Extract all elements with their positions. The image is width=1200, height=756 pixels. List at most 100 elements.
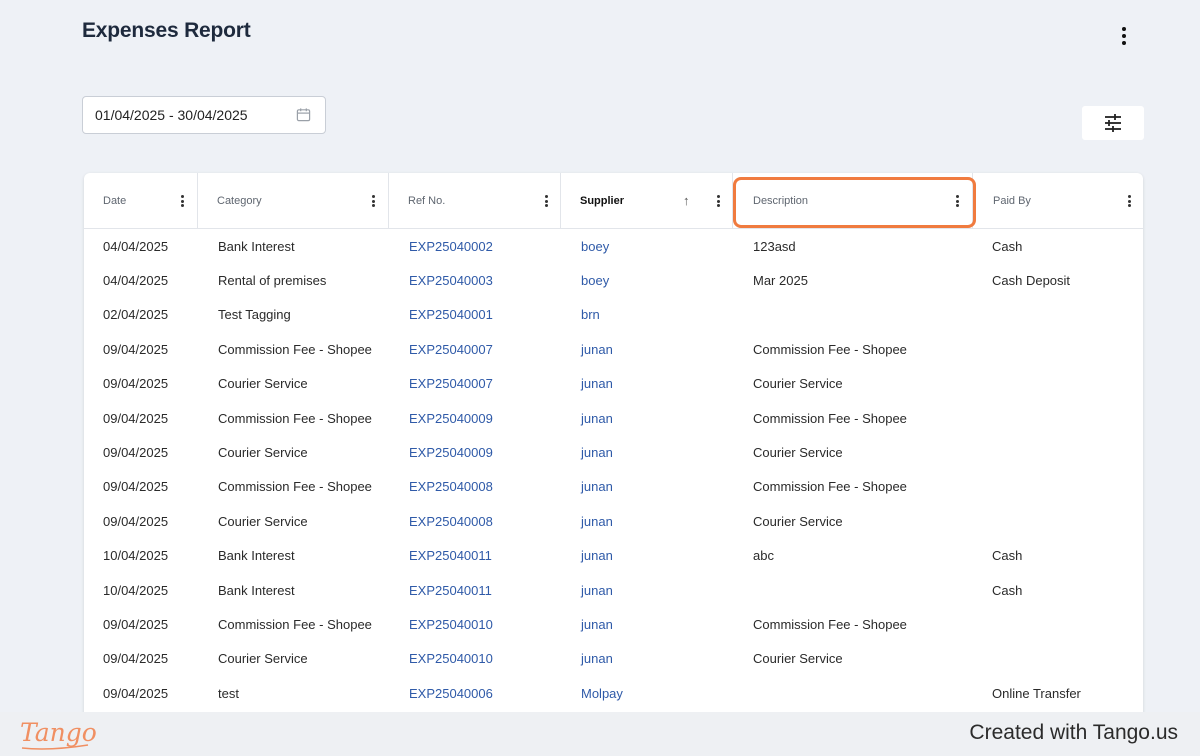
cell-description: abc bbox=[753, 548, 774, 564]
cell-description: Commission Fee - Shopee bbox=[753, 410, 907, 426]
cell-date: 09/04/2025 bbox=[103, 513, 169, 529]
cell-date: 09/04/2025 bbox=[103, 410, 169, 426]
report-page: Expenses Report 01/04/2025 - 30/04/2025 … bbox=[0, 0, 1200, 733]
cell-category: Commission Fee - Shopee bbox=[218, 479, 372, 495]
cell-category: Courier Service bbox=[218, 445, 308, 461]
sliders-icon bbox=[1105, 114, 1121, 132]
cell-paid-by: Cash bbox=[992, 548, 1023, 564]
cell-category: Courier Service bbox=[218, 376, 308, 392]
table-row[interactable]: 04/04/2025 Bank Interest EXP25040002 boey 12… bbox=[84, 229, 1143, 263]
cell-supplier[interactable]: junan bbox=[581, 470, 613, 504]
cell-supplier[interactable]: junan bbox=[581, 332, 613, 366]
cell-category: Commission Fee - Shopee bbox=[218, 341, 372, 357]
cell-supplier[interactable]: junan bbox=[581, 642, 613, 676]
cell-date: 09/04/2025 bbox=[103, 479, 169, 495]
cell-category: Commission Fee - Shopee bbox=[218, 410, 372, 426]
cell-date: 04/04/2025 bbox=[103, 238, 169, 254]
cell-ref[interactable]: EXP25040010 bbox=[409, 642, 493, 676]
cell-description: Courier Service bbox=[753, 376, 843, 392]
column-header-supplier[interactable]: Supplier ↑ bbox=[561, 173, 733, 229]
cell-description: Courier Service bbox=[753, 651, 843, 667]
column-header-paid-by[interactable]: Paid By bbox=[973, 173, 1143, 229]
logo-swoosh bbox=[21, 744, 89, 750]
cell-supplier[interactable]: junan bbox=[581, 435, 613, 469]
cell-supplier[interactable]: Molpay bbox=[581, 676, 623, 710]
date-range-value: 01/04/2025 - 30/04/2025 bbox=[95, 107, 248, 123]
cell-description: 123asd bbox=[753, 238, 796, 254]
cell-ref[interactable]: EXP25040002 bbox=[409, 229, 493, 263]
table-row[interactable]: 04/04/2025 Rental of premises EXP25040003 b… bbox=[84, 263, 1143, 297]
cell-description: Commission Fee - Shopee bbox=[753, 341, 907, 357]
cell-date: 02/04/2025 bbox=[103, 307, 169, 323]
cell-date: 09/04/2025 bbox=[103, 376, 169, 392]
table-row[interactable]: 09/04/2025 Commission Fee - Shopee EXP2504… bbox=[84, 332, 1143, 366]
cell-ref[interactable]: EXP25040010 bbox=[409, 607, 493, 641]
cell-paid-by: Cash bbox=[992, 238, 1023, 254]
table-row[interactable]: 09/04/2025 test EXP25040006 Molpay Online Tr… bbox=[84, 676, 1143, 710]
cell-supplier[interactable]: junan bbox=[581, 367, 613, 401]
column-menu-icon[interactable] bbox=[544, 195, 548, 207]
column-header-category[interactable]: Category bbox=[198, 173, 389, 229]
table-row[interactable]: 10/04/2025 Bank Interest EXP25040011 junan C… bbox=[84, 573, 1143, 607]
cell-date: 09/04/2025 bbox=[103, 341, 169, 357]
cell-supplier[interactable]: junan bbox=[581, 401, 613, 435]
table-row[interactable]: 02/04/2025 Test Tagging EXP25040001 brn bbox=[84, 298, 1143, 332]
cell-description: Commission Fee - Shopee bbox=[753, 616, 907, 632]
cell-ref[interactable]: EXP25040007 bbox=[409, 332, 493, 366]
sort-ascending-icon[interactable]: ↑ bbox=[683, 193, 690, 208]
cell-supplier[interactable]: boey bbox=[581, 263, 609, 297]
calendar-icon[interactable] bbox=[296, 107, 311, 122]
cell-ref[interactable]: EXP25040011 bbox=[409, 573, 492, 607]
cell-ref[interactable]: EXP25040009 bbox=[409, 435, 493, 469]
date-range-input[interactable]: 01/04/2025 - 30/04/2025 bbox=[82, 96, 326, 134]
column-menu-icon[interactable] bbox=[371, 195, 375, 207]
table-row[interactable]: 10/04/2025 Bank Interest EXP25040011 junan a… bbox=[84, 539, 1143, 573]
cell-category: Bank Interest bbox=[218, 582, 295, 598]
cell-supplier[interactable]: junan bbox=[581, 504, 613, 538]
cell-ref[interactable]: EXP25040008 bbox=[409, 504, 493, 538]
cell-supplier[interactable]: junan bbox=[581, 607, 613, 641]
column-menu-icon[interactable] bbox=[716, 195, 720, 207]
cell-ref[interactable]: EXP25040009 bbox=[409, 401, 493, 435]
cell-category: test bbox=[218, 685, 239, 701]
table-header: Date Category Ref No. Supplier ↑ Descrip… bbox=[84, 173, 1143, 229]
table-row[interactable]: 09/04/2025 Commission Fee - Shopee EXP2504… bbox=[84, 607, 1143, 641]
table-row[interactable]: 09/04/2025 Commission Fee - Shopee EXP2504… bbox=[84, 401, 1143, 435]
column-header-date[interactable]: Date bbox=[84, 173, 198, 229]
cell-ref[interactable]: EXP25040007 bbox=[409, 367, 493, 401]
more-options-icon[interactable] bbox=[1113, 25, 1135, 47]
cell-supplier[interactable]: brn bbox=[581, 298, 600, 332]
cell-date: 09/04/2025 bbox=[103, 445, 169, 461]
column-menu-icon[interactable] bbox=[1127, 195, 1131, 207]
cell-date: 09/04/2025 bbox=[103, 651, 169, 667]
cell-category: Courier Service bbox=[218, 513, 308, 529]
cell-description: Courier Service bbox=[753, 445, 843, 461]
column-header-ref-no[interactable]: Ref No. bbox=[389, 173, 561, 229]
cell-supplier[interactable]: boey bbox=[581, 229, 609, 263]
cell-ref[interactable]: EXP25040011 bbox=[409, 539, 492, 573]
filter-settings-button[interactable] bbox=[1082, 106, 1144, 140]
cell-supplier[interactable]: junan bbox=[581, 573, 613, 607]
cell-ref[interactable]: EXP25040006 bbox=[409, 676, 493, 710]
table-row[interactable]: 09/04/2025 Courier Service EXP25040008 juna… bbox=[84, 504, 1143, 538]
cell-description: Commission Fee - Shopee bbox=[753, 479, 907, 495]
cell-category: Courier Service bbox=[218, 651, 308, 667]
table-row[interactable]: 09/04/2025 Courier Service EXP25040010 juna… bbox=[84, 642, 1143, 676]
expenses-table: Date Category Ref No. Supplier ↑ Descrip… bbox=[84, 173, 1143, 733]
cell-category: Test Tagging bbox=[218, 307, 291, 323]
column-menu-icon[interactable] bbox=[955, 195, 959, 207]
cell-category: Commission Fee - Shopee bbox=[218, 616, 372, 632]
cell-paid-by: Cash Deposit bbox=[992, 273, 1071, 289]
column-header-description[interactable]: Description bbox=[733, 173, 973, 229]
tango-footer: Tango Created with Tango.us bbox=[0, 712, 1200, 756]
cell-ref[interactable]: EXP25040008 bbox=[409, 470, 493, 504]
cell-ref[interactable]: EXP25040003 bbox=[409, 263, 493, 297]
table-row[interactable]: 09/04/2025 Commission Fee - Shopee EXP2504… bbox=[84, 470, 1143, 504]
cell-ref[interactable]: EXP25040001 bbox=[409, 298, 493, 332]
page-title: Expenses Report bbox=[82, 19, 251, 42]
column-menu-icon[interactable] bbox=[180, 195, 184, 207]
cell-supplier[interactable]: junan bbox=[581, 539, 613, 573]
table-row[interactable]: 09/04/2025 Courier Service EXP25040009 juna… bbox=[84, 435, 1143, 469]
table-row[interactable]: 09/04/2025 Courier Service EXP25040007 juna… bbox=[84, 367, 1143, 401]
cell-date: 09/04/2025 bbox=[103, 685, 169, 701]
